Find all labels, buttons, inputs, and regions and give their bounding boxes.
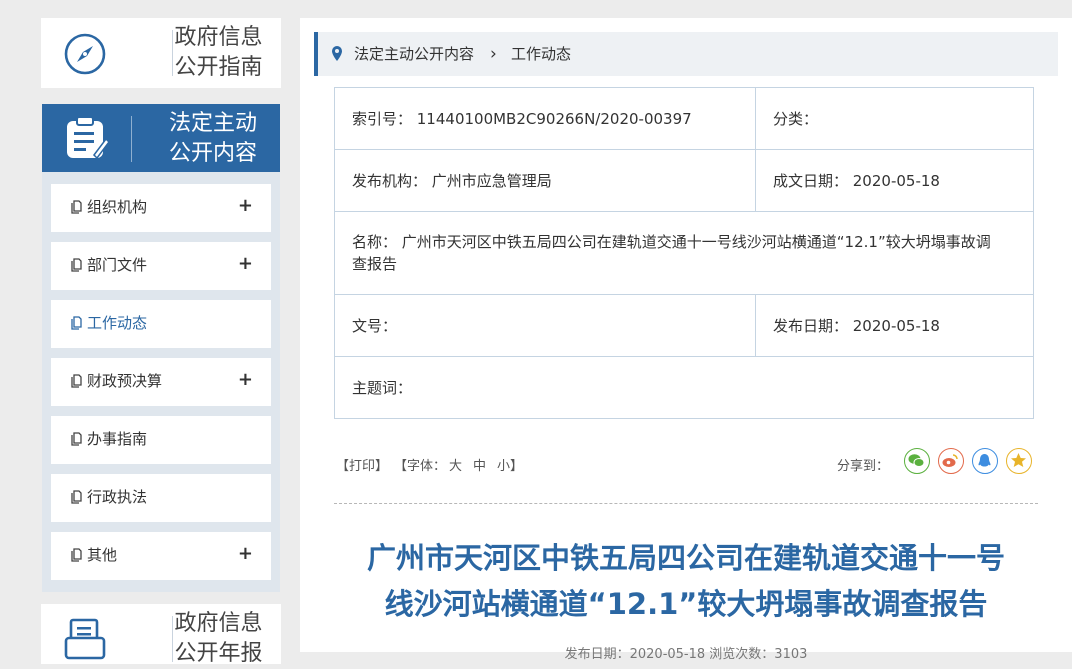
- font-size-bracket: 】: [510, 459, 524, 474]
- font-medium-link[interactable]: 中: [473, 455, 486, 474]
- sidebar-item-docs[interactable]: 部门文件 +: [51, 242, 271, 290]
- guide-title: 政府信息 公开指南: [174, 25, 263, 80]
- sidebar-item-org[interactable]: 组织机构 +: [51, 184, 271, 232]
- keywords: 主题词：: [334, 356, 1034, 419]
- print-link[interactable]: 【打印】: [336, 455, 388, 474]
- document-name: 名称： 广州市天河区中铁五局四公司在建轨道交通十一号线沙河站横通道“12.1”较…: [334, 211, 1034, 295]
- article-publish-info: 发布日期：2020-05-18 浏览次数：3103: [564, 647, 808, 662]
- document-icon: [71, 316, 82, 330]
- expand-icon[interactable]: +: [238, 370, 253, 390]
- divider: [131, 116, 132, 162]
- document-icon: [71, 374, 82, 388]
- sidebar-menu: 组织机构 + 部门文件 + 工作动态 财政预决算 + 办事指南 行政执法 其他 …: [42, 172, 280, 592]
- breadcrumb: 法定主动公开内容 › 工作动态: [314, 32, 1058, 76]
- expand-icon[interactable]: +: [238, 196, 253, 216]
- article-title: 广州市天河区中铁五局四公司在建轨道交通十一号 线沙河站横通道“12.1”较大坍塌…: [366, 541, 1005, 621]
- sidebar-item-label: 部门文件: [87, 256, 148, 274]
- document-icon: [71, 548, 82, 562]
- sidebar-item-budget[interactable]: 财政预决算 +: [51, 358, 271, 406]
- expand-icon[interactable]: +: [238, 254, 253, 274]
- sidebar-item-label: 办事指南: [87, 430, 148, 448]
- publish-date: 发布日期： 2020-05-18: [755, 294, 1034, 357]
- weibo-icon: [942, 454, 958, 467]
- active-content-box[interactable]: 法定主动 公开内容: [42, 104, 280, 172]
- category: 分类：: [755, 87, 1034, 150]
- document-icon: [71, 258, 82, 272]
- sidebar-item-label: 财政预决算: [87, 372, 163, 390]
- sidebar-item-label: 其他: [87, 546, 118, 564]
- active-title: 法定主动 公开内容: [168, 111, 257, 166]
- report-title: 政府信息 公开年报: [174, 611, 263, 666]
- document-icon: [71, 432, 82, 446]
- sidebar-item-label: 工作动态: [87, 314, 148, 332]
- sidebar-item-label: 行政执法: [87, 488, 148, 506]
- star-icon: [1011, 453, 1026, 467]
- divider: [334, 503, 1038, 504]
- font-large-link[interactable]: 大: [449, 455, 462, 474]
- document-icon: [71, 200, 82, 214]
- breadcrumb-item-current[interactable]: 工作动态: [511, 44, 571, 64]
- sidebar-item-label: 组织机构: [87, 198, 148, 216]
- expand-icon[interactable]: +: [238, 544, 253, 564]
- sidebar-item-other[interactable]: 其他 +: [51, 532, 271, 580]
- document-icon: [71, 490, 82, 504]
- sidebar-item-news[interactable]: 工作动态: [51, 300, 271, 348]
- sidebar-item-guide[interactable]: 办事指南: [51, 416, 271, 464]
- share-label: 分享到：: [837, 459, 890, 474]
- wechat-icon: [908, 454, 925, 467]
- metadata-table: 索引号： 11440100MB2C90266N/2020-00397 分类： 发…: [334, 87, 1034, 419]
- annual-report-box[interactable]: 政府信息 公开年报: [41, 604, 281, 666]
- font-small-link[interactable]: 小: [497, 455, 510, 474]
- qq-icon: [978, 454, 991, 467]
- breadcrumb-item-section[interactable]: 法定主动公开内容: [354, 44, 474, 64]
- compass-icon: [64, 33, 106, 75]
- chevron-right-icon: ›: [490, 44, 497, 64]
- written-date: 成文日期： 2020-05-18: [755, 149, 1034, 212]
- weibo-share-button[interactable]: [938, 448, 964, 474]
- publisher: 发布机构： 广州市应急管理局: [334, 149, 756, 212]
- document-number: 文号：: [334, 294, 756, 357]
- document-icon: [64, 618, 106, 660]
- clipboard-icon: [67, 116, 110, 160]
- guide-box[interactable]: 政府信息 公开指南: [41, 18, 281, 88]
- wechat-share-button[interactable]: [904, 448, 930, 474]
- favorite-share-button[interactable]: [1006, 448, 1032, 474]
- index-number: 索引号： 11440100MB2C90266N/2020-00397: [334, 87, 756, 150]
- font-size-label: 【字体：: [394, 459, 447, 474]
- qq-share-button[interactable]: [972, 448, 998, 474]
- location-pin-icon: [332, 46, 342, 61]
- sidebar-item-enforcement[interactable]: 行政执法: [51, 474, 271, 522]
